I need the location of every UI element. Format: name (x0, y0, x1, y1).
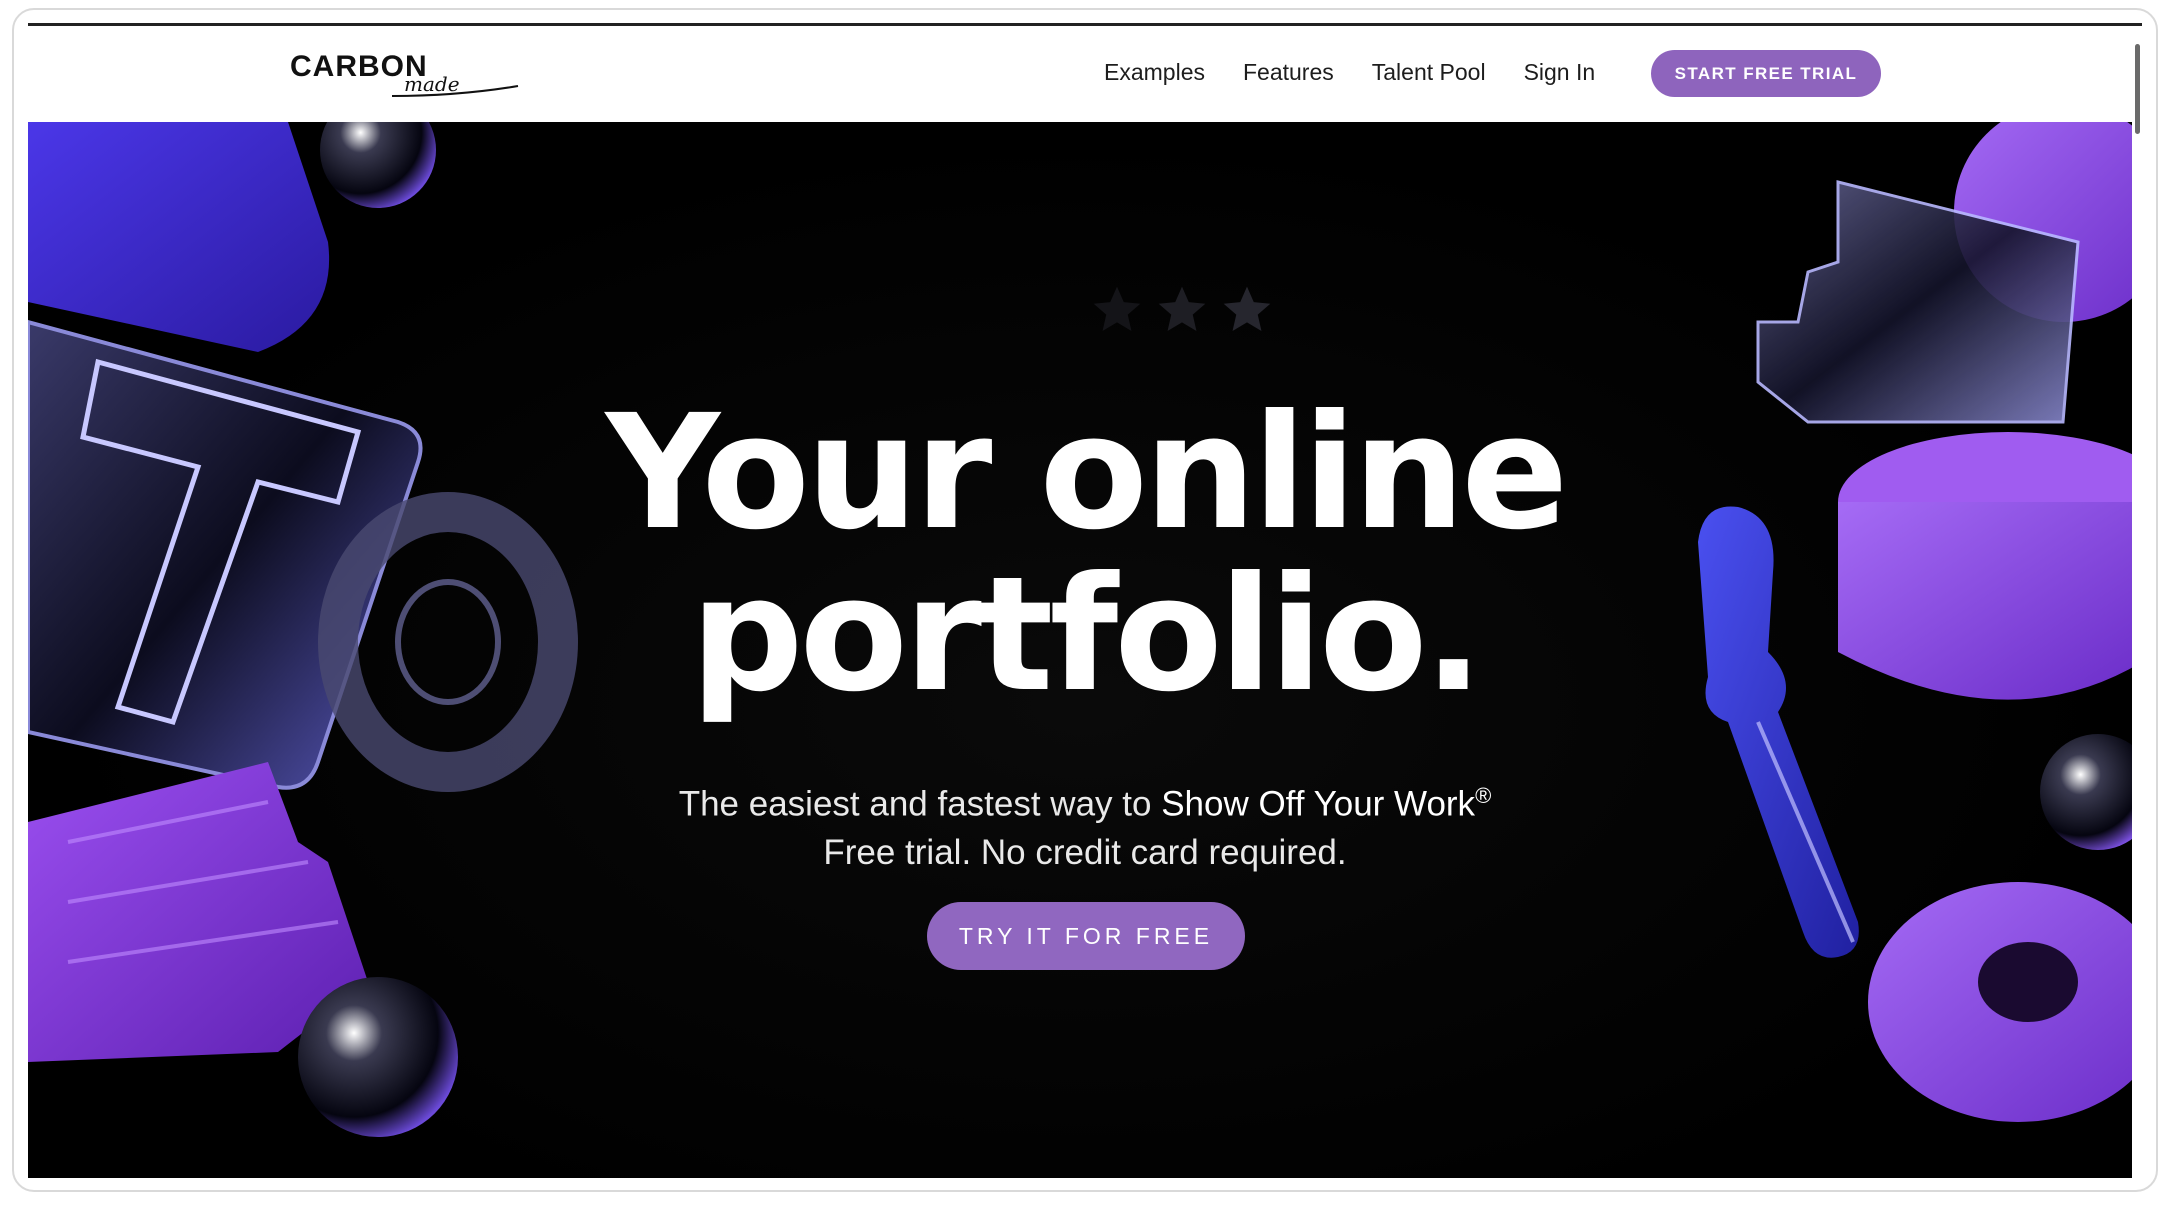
sub-line-2: Free trial. No credit card required. (823, 832, 1347, 872)
star-icon (1093, 286, 1141, 331)
nav-link-examples[interactable]: Examples (1104, 56, 1205, 88)
rating-stars (1058, 282, 1288, 342)
star-icon (1223, 286, 1271, 331)
page-viewport: CARBON made Examples Features Talent Poo… (28, 23, 2142, 1178)
top-nav: CARBON made Examples Features Talent Poo… (28, 26, 2132, 122)
scrollbar-thumb[interactable] (2135, 44, 2140, 134)
nav-link-features[interactable]: Features (1243, 56, 1334, 88)
start-free-trial-button[interactable]: START FREE TRIAL (1651, 50, 1881, 97)
nav-links: Examples Features Talent Pool Sign In (1104, 56, 1633, 88)
registered-mark: ® (1475, 783, 1492, 808)
hero-headline: Your online portfolio. (28, 392, 2142, 716)
sub-prefix: The easiest and fastest way to (678, 784, 1162, 824)
hero-section: Your online portfolio. The easiest and f… (28, 122, 2142, 1178)
sub-emphasis: Show Off Your Work (1161, 784, 1476, 824)
sub-line-1: The easiest and fastest way to Show Off … (28, 772, 2142, 829)
carbonmade-logo[interactable]: CARBON made (290, 50, 520, 100)
hero-subheadline: The easiest and fastest way to Show Off … (28, 772, 2142, 877)
nav-link-sign-in[interactable]: Sign In (1524, 56, 1596, 88)
scrollbar[interactable] (2132, 26, 2142, 1178)
star-icon (1158, 286, 1206, 331)
try-it-for-free-button[interactable]: TRY IT FOR FREE (927, 902, 1245, 970)
logo-swash-icon (391, 85, 519, 97)
headline-line-1: Your online (605, 381, 1569, 565)
headline-line-2: portfolio. (690, 543, 1483, 727)
nav-link-talent-pool[interactable]: Talent Pool (1372, 56, 1486, 88)
